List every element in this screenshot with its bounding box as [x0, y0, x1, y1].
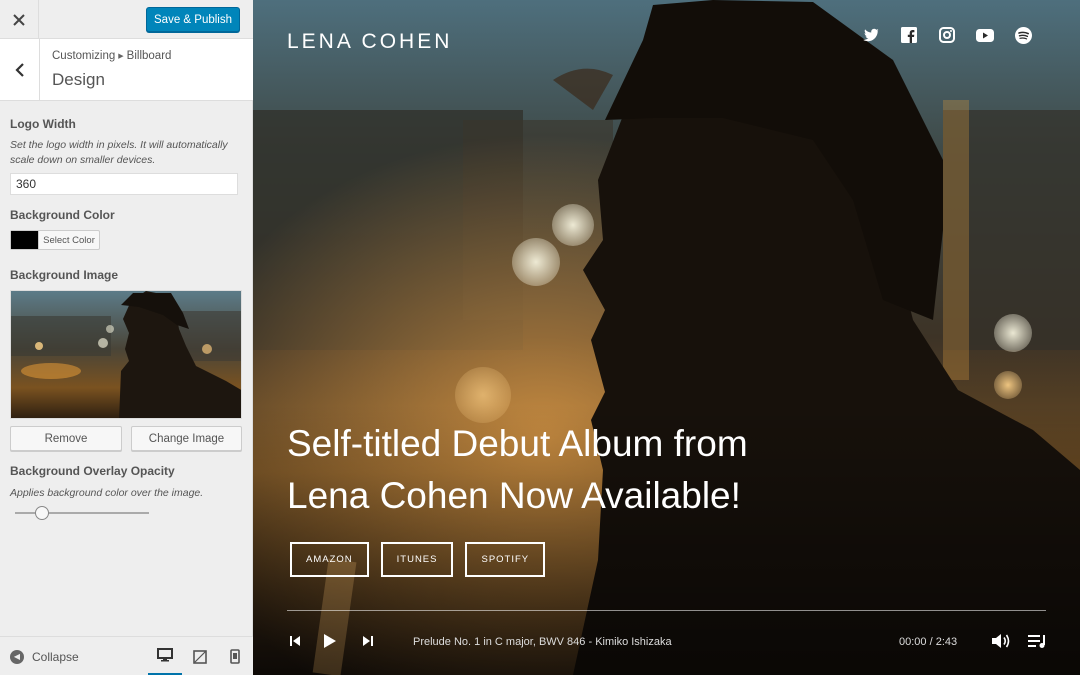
collapse-label: Collapse [32, 649, 79, 664]
volume-icon [992, 634, 1010, 648]
slider-thumb[interactable] [34, 506, 49, 520]
track-title: Prelude No. 1 in C major, BWV 846 - Kimi… [413, 636, 672, 648]
overlay-opacity-label: Background Overlay Opacity [10, 464, 175, 478]
color-swatch [11, 231, 38, 249]
change-image-button[interactable]: Change Image [131, 426, 242, 451]
store-buttons: AMAZON ITUNES SPOTIFY [290, 542, 546, 577]
track-time: 00:00 / 2:43 [899, 636, 958, 648]
twitter-icon[interactable] [862, 26, 880, 44]
next-track-button[interactable] [360, 630, 376, 652]
amazon-button[interactable]: AMAZON [290, 542, 369, 577]
playlist-icon [1028, 635, 1045, 648]
headline-line-2: Lena Cohen Now Available! [287, 475, 741, 516]
hero-headline: Self-titled Debut Album from Lena Cohen … [287, 418, 807, 522]
spotify-icon[interactable] [1014, 26, 1032, 44]
collapse-arrow-icon: ◀ [10, 649, 24, 664]
breadcrumb: Customizing ▶ Billboard [52, 50, 171, 62]
customizer-header: Save & Publish [0, 0, 253, 39]
desktop-preview-button[interactable] [148, 637, 182, 675]
site-preview: LENA COHEN Self-titled Debut Album from … [253, 0, 1080, 675]
desktop-icon [157, 648, 173, 662]
tablet-preview-button[interactable] [183, 637, 217, 675]
save-publish-button[interactable]: Save & Publish [146, 7, 240, 32]
logo-width-description: Set the logo width in pixels. It will au… [10, 139, 228, 166]
logo-width-label: Logo Width [10, 117, 76, 131]
collapse-button[interactable]: ◀ Collapse [10, 637, 79, 675]
previous-track-button[interactable] [287, 630, 303, 652]
background-image-label: Background Image [10, 268, 119, 282]
back-button[interactable] [0, 39, 40, 100]
playlist-button[interactable] [1026, 630, 1048, 652]
close-button[interactable] [0, 0, 39, 39]
audio-player: Prelude No. 1 in C major, BWV 846 - Kimi… [287, 626, 1047, 658]
select-color-label: Select Color [38, 231, 99, 249]
panel-header: Customizing ▶ Billboard Design [0, 39, 253, 101]
spotify-button[interactable]: SPOTIFY [465, 542, 546, 577]
panel-title: Design [52, 70, 105, 89]
player-progress-bar[interactable] [287, 610, 1046, 611]
customizer-sidebar: Save & Publish Customizing ▶ Billboard D… [0, 0, 253, 675]
mobile-icon [230, 649, 240, 664]
overlay-opacity-description: Applies background color over the image. [10, 487, 204, 499]
chevron-left-icon [14, 62, 24, 77]
play-button[interactable] [321, 630, 339, 652]
background-image-thumbnail[interactable] [10, 290, 242, 419]
play-icon [324, 634, 336, 648]
itunes-button[interactable]: ITUNES [380, 542, 454, 577]
breadcrumb-section: Billboard [126, 50, 172, 62]
customizer-footer: ◀ Collapse [0, 636, 253, 675]
tablet-icon [193, 649, 207, 664]
volume-button[interactable] [990, 630, 1012, 652]
skip-previous-icon [290, 636, 300, 646]
caret-right-icon: ▶ [118, 53, 124, 60]
overlay-opacity-slider[interactable] [15, 506, 149, 520]
skip-next-icon [363, 636, 373, 646]
instagram-icon[interactable] [938, 26, 956, 44]
mobile-preview-button[interactable] [218, 637, 252, 675]
background-image-preview [11, 291, 241, 418]
youtube-icon[interactable] [976, 26, 994, 44]
select-color-button[interactable]: Select Color [10, 230, 100, 250]
background-color-label: Background Color [10, 208, 115, 222]
site-title[interactable]: LENA COHEN [287, 30, 452, 54]
close-icon [13, 13, 25, 26]
logo-width-input[interactable] [10, 173, 238, 195]
breadcrumb-root: Customizing [52, 50, 116, 62]
remove-image-button[interactable]: Remove [10, 426, 122, 451]
headline-line-1: Self-titled Debut Album from [287, 423, 748, 464]
social-links [862, 26, 1032, 44]
facebook-icon[interactable] [900, 26, 918, 44]
